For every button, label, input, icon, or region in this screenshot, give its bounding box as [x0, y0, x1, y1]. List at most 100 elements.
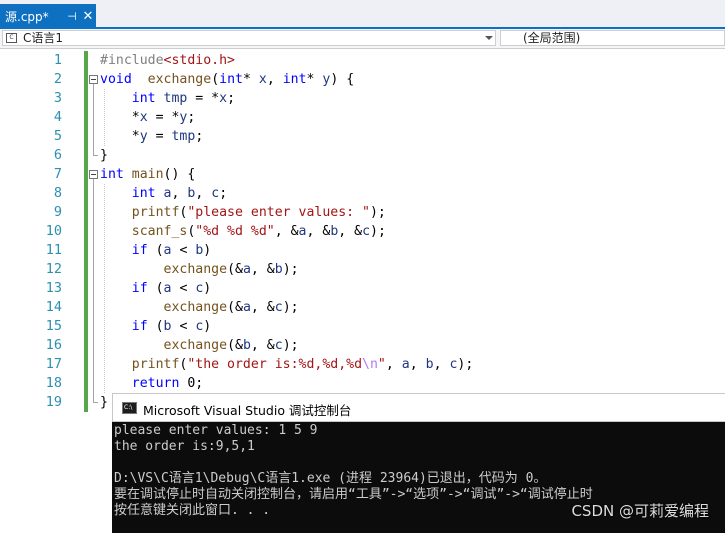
fold-end — [93, 402, 98, 403]
code-token: , & — [274, 224, 299, 239]
line-number-gutter: 10 — [0, 222, 62, 241]
code-line[interactable]: 16 exchange(&b, &c); — [0, 336, 725, 355]
line-number: 3 — [53, 90, 62, 106]
code-line[interactable]: 13 if (a < c) — [0, 279, 725, 298]
code-token: x — [219, 91, 228, 106]
code-token: a — [242, 300, 251, 315]
chevron-down-icon[interactable] — [485, 36, 493, 40]
code-token: a — [163, 281, 172, 296]
code-token: ); — [370, 224, 386, 239]
code-token: (& — [227, 338, 243, 353]
code-token: a — [401, 357, 410, 372]
code-token: \n — [362, 357, 378, 372]
code-token: ); — [282, 262, 299, 277]
code-token: b — [242, 338, 251, 353]
code-token: , & — [250, 300, 275, 315]
line-number: 6 — [53, 147, 62, 163]
navigation-bar: C C语言1 (全局范围) — [0, 29, 725, 49]
code-token: , — [409, 357, 426, 372]
code-line[interactable]: 1 #include<stdio.h> — [0, 51, 725, 70]
code-token: , — [171, 186, 188, 201]
project-label: C语言1 — [23, 31, 64, 45]
code-line[interactable]: 9 printf("please enter values: "); — [0, 203, 725, 222]
code-token: * — [242, 72, 259, 87]
code-token: printf — [131, 205, 180, 220]
code-token: ) — [203, 281, 212, 296]
code-token: scanf_s — [131, 224, 188, 239]
line-number: 13 — [45, 280, 62, 296]
line-number: 17 — [45, 356, 62, 372]
code-line[interactable]: 6} — [0, 146, 725, 165]
console-line: the order is:9,5,1 — [114, 439, 255, 454]
code-text: if (a < b) — [100, 241, 211, 260]
console-line: 要在调试停止时自动关闭控制台，请启用“工具”->“选项”->“调试”->“调试停… — [114, 487, 593, 502]
scope-dropdown[interactable]: (全局范围) — [500, 30, 725, 46]
code-token: } — [100, 148, 108, 163]
code-line[interactable]: 2 void exchange(int* x, int* y) { — [0, 70, 725, 89]
code-token: #include — [100, 53, 164, 68]
code-token: c — [274, 300, 283, 315]
code-text: int main() { — [100, 165, 195, 184]
code-line[interactable]: 7 int main() { — [0, 165, 725, 184]
code-token: y — [139, 129, 148, 144]
project-dropdown[interactable]: C C语言1 — [2, 30, 496, 46]
code-line[interactable]: 5 *y = tmp; — [0, 127, 725, 146]
code-token: ); — [282, 338, 299, 353]
code-line[interactable]: 3 int tmp = *x; — [0, 89, 725, 108]
console-title-bar[interactable]: C:\ Microsoft Visual Studio 调试控制台 — [112, 393, 725, 422]
code-line[interactable]: 15 if (b < c) — [0, 317, 725, 336]
pin-icon[interactable]: ⊣ — [64, 10, 80, 23]
code-line[interactable]: 14 exchange(&a, &c); — [0, 298, 725, 317]
code-token: exchange — [163, 262, 228, 277]
code-line[interactable]: 12 exchange(&a, &b); — [0, 260, 725, 279]
code-line[interactable]: 18 return 0; — [0, 374, 725, 393]
code-token: < — [171, 319, 196, 334]
tab-title: 源.cpp* — [5, 9, 49, 24]
document-tab-strip: 源.cpp* ⊣ ✕ — [0, 0, 725, 29]
code-token: "the order is:%d,%d,%d — [187, 357, 363, 372]
code-text: int tmp = *x; — [100, 89, 235, 108]
code-line[interactable]: 11 if (a < b) — [0, 241, 725, 260]
line-number-gutter: 8 — [0, 184, 62, 203]
code-token: , — [266, 72, 283, 87]
code-token: x — [258, 72, 267, 87]
code-token: = — [147, 129, 172, 144]
code-line[interactable]: 17 printf("the order is:%d,%d,%d\n", a, … — [0, 355, 725, 374]
code-token: return — [131, 376, 180, 391]
code-token: , & — [306, 224, 331, 239]
fold-toggle-icon[interactable] — [89, 170, 98, 179]
code-text: int a, b, c; — [100, 184, 227, 203]
code-token: , — [433, 357, 450, 372]
code-token: (& — [227, 300, 243, 315]
code-text: exchange(&a, &c); — [100, 298, 299, 317]
code-token: main — [131, 167, 164, 182]
code-line[interactable]: 4 *x = *y; — [0, 108, 725, 127]
watermark: CSDN @可莉爱编程 — [571, 502, 709, 520]
indent-guide — [104, 89, 105, 146]
code-token: = * — [147, 110, 180, 125]
code-token: int — [100, 167, 124, 182]
line-number-gutter: 11 — [0, 241, 62, 260]
line-number: 19 — [45, 394, 62, 410]
code-token: if — [131, 319, 148, 334]
code-line[interactable]: 8 int a, b, c; — [0, 184, 725, 203]
code-token: int — [131, 91, 156, 106]
code-line[interactable]: 10 scanf_s("%d %d %d", &a, &b, &c); — [0, 222, 725, 241]
fold-toggle-icon[interactable] — [89, 75, 98, 84]
tab-source-cpp[interactable]: 源.cpp* ⊣ ✕ — [0, 4, 96, 28]
code-text: return 0; — [100, 374, 203, 393]
code-token: } — [100, 395, 108, 410]
code-token: ; — [195, 129, 204, 144]
close-icon[interactable]: ✕ — [80, 9, 96, 24]
code-token: tmp — [155, 91, 188, 106]
code-token: = * — [187, 91, 220, 106]
code-token: if — [131, 243, 148, 258]
code-token: c — [274, 338, 283, 353]
line-number: 16 — [45, 337, 62, 353]
line-number: 15 — [45, 318, 62, 334]
line-number-gutter: 1 — [0, 51, 62, 70]
fold-line — [93, 179, 94, 403]
